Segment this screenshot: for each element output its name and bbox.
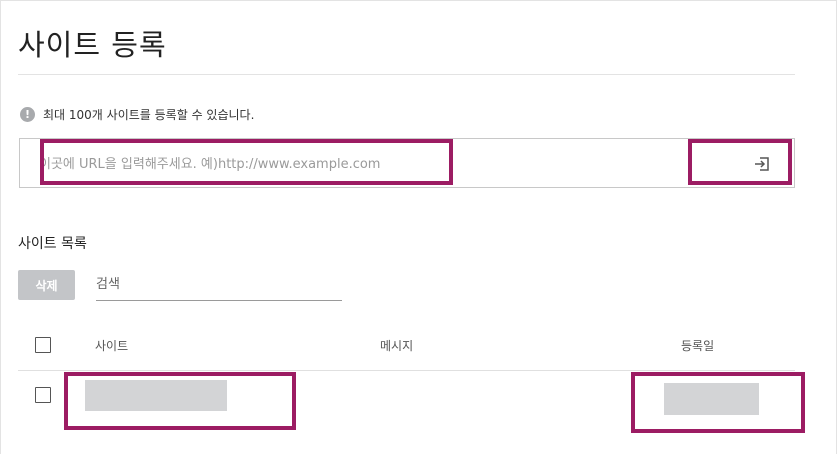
search-field <box>96 270 342 301</box>
select-all-checkbox[interactable] <box>35 337 51 353</box>
delete-button[interactable]: 삭제 <box>18 270 75 300</box>
notice-text: 최대 100개 사이트를 등록할 수 있습니다. <box>43 108 255 122</box>
url-input[interactable] <box>39 153 459 175</box>
page-title: 사이트 등록 <box>18 28 167 62</box>
url-input-box <box>19 138 795 188</box>
table-row <box>18 372 795 418</box>
enter-arrow-icon <box>755 157 769 171</box>
site-cell-redacted <box>85 380 227 411</box>
search-input[interactable] <box>96 270 342 298</box>
column-header-site: 사이트 <box>95 339 129 353</box>
column-header-date: 등록일 <box>681 339 715 353</box>
row-checkbox[interactable] <box>35 387 51 403</box>
column-header-message: 메시지 <box>380 339 414 353</box>
notice: ! 최대 100개 사이트를 등록할 수 있습니다. <box>20 106 254 123</box>
site-list-title: 사이트 목록 <box>18 236 87 252</box>
date-cell-redacted <box>664 383 759 415</box>
title-divider <box>18 74 795 75</box>
info-icon: ! <box>20 107 35 122</box>
register-submit-button[interactable] <box>750 152 774 176</box>
table-header: 사이트 메시지 등록일 <box>18 325 795 371</box>
